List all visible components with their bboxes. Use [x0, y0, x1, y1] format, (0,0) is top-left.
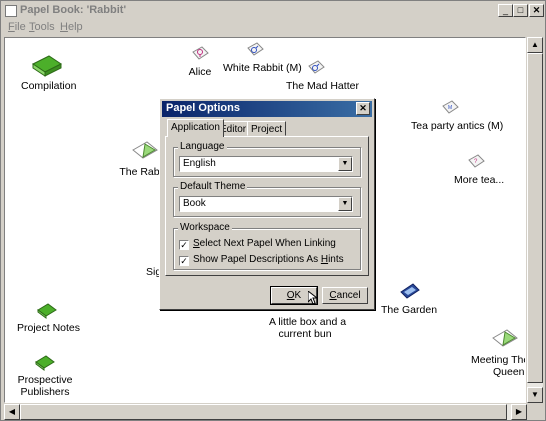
- scroll-down-icon[interactable]: ▼: [527, 387, 543, 403]
- menu-file[interactable]: File: [8, 21, 26, 33]
- app-icon: [5, 5, 17, 17]
- node-tea-party[interactable]: M Tea party antics (M): [411, 98, 503, 132]
- minimize-button[interactable]: _: [498, 4, 513, 17]
- node-prospective-publishers[interactable]: Prospective Publishers: [17, 352, 73, 398]
- close-button[interactable]: ✕: [529, 4, 544, 17]
- language-select[interactable]: English ▼: [179, 156, 353, 172]
- scroll-left-icon[interactable]: ◀: [4, 404, 20, 420]
- film-icon: [400, 283, 420, 299]
- male-icon: [308, 60, 325, 74]
- open-book-icon: [492, 329, 518, 347]
- vertical-scroll-thumb[interactable]: [527, 53, 543, 383]
- node-more-tea[interactable]: ? More tea...: [454, 152, 504, 186]
- theme-select[interactable]: Book ▼: [179, 196, 353, 212]
- menu-bar: File Tools Help: [2, 20, 544, 36]
- scroll-up-icon[interactable]: ▲: [527, 37, 543, 53]
- open-book-icon: [132, 141, 158, 159]
- workspace-group: Workspace ✓ Select Next Papel When Linkin…: [173, 222, 361, 270]
- show-descriptions-checkbox[interactable]: ✓ Show Papel Descriptions As Hints: [179, 254, 344, 266]
- node-the-garden[interactable]: The Garden: [381, 280, 437, 316]
- notes-icon: [37, 303, 57, 319]
- horizontal-scroll-thumb[interactable]: [20, 404, 507, 420]
- mouse-cursor-icon: [308, 291, 318, 305]
- title-bar[interactable]: Papel Book: 'Rabbit' _ □ ✕: [2, 2, 544, 20]
- chevron-down-icon[interactable]: ▼: [338, 197, 352, 211]
- papel-options-dialog: Papel Options ✕ Application Editor Proje…: [159, 98, 375, 310]
- vertical-scrollbar[interactable]: ▲ ▼: [527, 37, 543, 403]
- horizontal-scrollbar[interactable]: ◀ ▶: [4, 404, 527, 420]
- node-alice[interactable]: Alice: [179, 44, 221, 78]
- node-meeting-queen[interactable]: Meeting The Re Queen: [471, 326, 525, 378]
- node-white-rabbit[interactable]: White Rabbit (M): [223, 40, 302, 74]
- female-icon: [192, 46, 209, 60]
- application-panel: Language English ▼ Default Theme Book ▼ …: [165, 136, 369, 276]
- cancel-button[interactable]: Cancel: [322, 287, 368, 304]
- svg-text:M: M: [448, 105, 452, 111]
- chevron-down-icon[interactable]: ▼: [338, 157, 352, 171]
- node-little-box[interactable]: A little box and a current bun: [269, 316, 346, 340]
- checkbox-checked-icon[interactable]: ✓: [179, 240, 189, 250]
- dialog-title-bar[interactable]: Papel Options ✕: [162, 101, 372, 117]
- checkbox-checked-icon[interactable]: ✓: [179, 256, 189, 266]
- tab-application[interactable]: Application: [167, 119, 224, 137]
- question-note-icon: ?: [468, 154, 485, 168]
- select-next-papel-checkbox[interactable]: ✓ Select Next Papel When Linking: [179, 238, 336, 250]
- theme-group: Default Theme Book ▼: [173, 181, 361, 217]
- note-icon: M: [442, 100, 459, 114]
- node-mad-hatter[interactable]: The Mad Hatter: [286, 58, 359, 92]
- node-compilation[interactable]: Compilation: [21, 50, 76, 92]
- menu-tools[interactable]: Tools: [29, 21, 55, 33]
- book-stack-icon: [32, 55, 62, 77]
- language-group: Language English ▼: [173, 141, 361, 177]
- notes-icon: [35, 355, 55, 371]
- menu-help[interactable]: Help: [60, 21, 83, 33]
- window-title: Papel Book: 'Rabbit': [20, 4, 127, 16]
- tab-project[interactable]: Project: [247, 121, 287, 136]
- maximize-button[interactable]: □: [513, 4, 528, 17]
- male-icon: [247, 42, 264, 56]
- node-project-notes[interactable]: Project Notes: [17, 300, 80, 334]
- scroll-right-icon[interactable]: ▶: [511, 404, 527, 420]
- dialog-close-button[interactable]: ✕: [356, 102, 370, 115]
